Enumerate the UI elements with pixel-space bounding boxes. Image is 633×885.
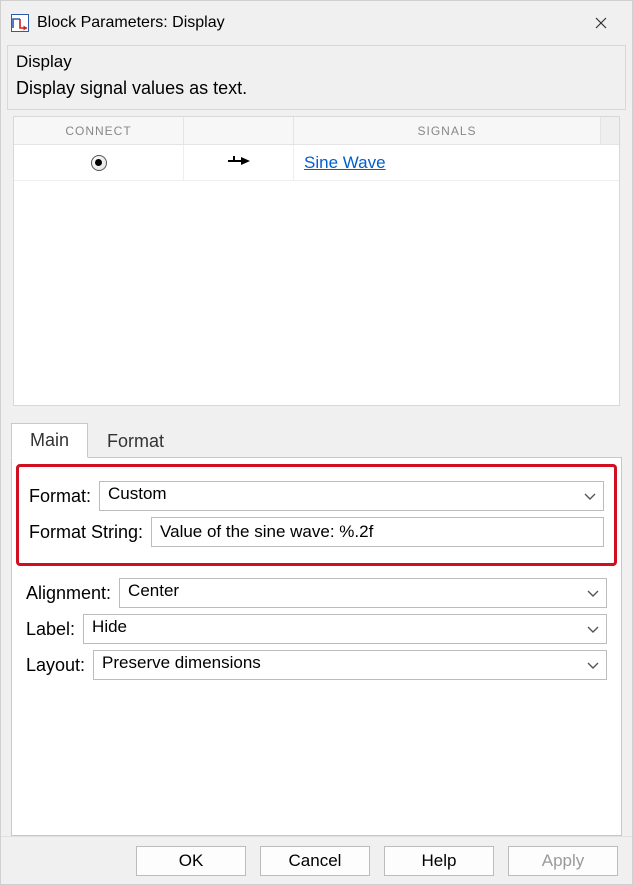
tab-strip: Main Format [11,424,622,458]
tab-body-main: Format: Custom Format String: [11,457,622,836]
signal-link[interactable]: Sine Wave [304,153,386,173]
close-icon [595,17,607,29]
label-format-string: Format String: [29,522,143,543]
label-label: Label: [26,619,75,640]
connect-cell [14,145,184,180]
window-title: Block Parameters: Display [37,14,578,32]
layout-dropdown[interactable]: Preserve dimensions [93,650,607,680]
description-text: Display signal values as text. [16,78,617,99]
row-layout: Layout: Preserve dimensions [26,650,607,680]
help-button[interactable]: Help [384,846,494,876]
description-legend: Display [16,52,76,72]
titlebar: Block Parameters: Display [1,1,632,45]
alignment-dropdown[interactable]: Center [119,578,607,608]
format-string-input[interactable] [151,517,604,547]
row-format-string: Format String: [29,517,604,547]
apply-button[interactable]: Apply [508,846,618,876]
row-alignment: Alignment: Center [26,578,607,608]
column-header-port [184,117,294,144]
label-alignment: Alignment: [26,583,111,604]
block-parameters-dialog: Block Parameters: Display Display Displa… [0,0,633,885]
ok-button[interactable]: OK [136,846,246,876]
signals-header: CONNECT SIGNALS [14,117,619,145]
simulink-icon [11,14,29,32]
button-bar: OK Cancel Help Apply [1,836,632,884]
column-header-connect: CONNECT [14,117,184,144]
label-format: Format: [29,486,91,507]
tab-format[interactable]: Format [88,424,183,458]
port-cell [184,145,294,180]
description-group: Display Display signal values as text. [7,45,626,110]
row-format: Format: Custom [29,481,604,511]
column-header-signals: SIGNALS [294,117,601,144]
highlighted-parameters: Format: Custom Format String: [16,464,617,566]
row-label: Label: Hide [26,614,607,644]
connect-radio[interactable] [91,155,107,171]
tab-main[interactable]: Main [11,423,88,458]
signals-panel: CONNECT SIGNALS Sine Wave [13,116,620,406]
signal-cell: Sine Wave [294,145,619,180]
label-dropdown[interactable]: Hide [83,614,607,644]
table-row: Sine Wave [14,145,619,181]
label-layout: Layout: [26,655,85,676]
close-button[interactable] [578,7,624,39]
cancel-button[interactable]: Cancel [260,846,370,876]
signal-port-icon [226,152,252,173]
scrollbar-track[interactable] [601,117,619,144]
format-dropdown[interactable]: Custom [99,481,604,511]
tabs-area: Main Format Format: Custom Format String… [11,424,622,836]
